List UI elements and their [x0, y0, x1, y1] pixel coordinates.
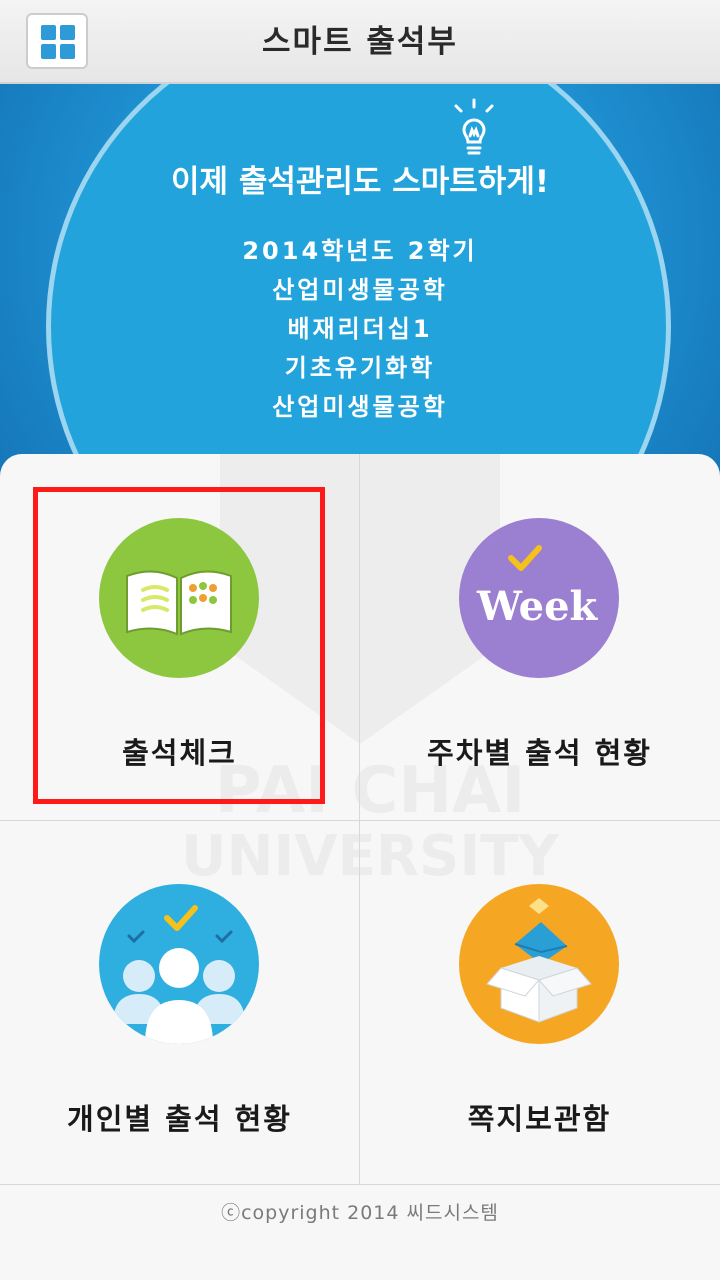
course-item: 배재리더십1 — [287, 315, 433, 343]
banner: 이제 출석관리도 스마트하게! 2014학년도 2학기 산업미생물공학 배재리더… — [0, 84, 720, 484]
menu-panel: PAI CHAI UNIVERSITY 출석체크 — [0, 454, 720, 1280]
semester-label: 2014학년도 2학기 — [242, 237, 478, 265]
menu-item-weekly-attendance[interactable]: Week 주차별 출석 현황 — [360, 454, 719, 820]
mail-box-icon — [459, 884, 619, 1044]
week-icon-text: Week — [476, 583, 599, 630]
app-title: 스마트 출석부 — [262, 24, 458, 60]
menu-item-individual-attendance[interactable]: 개인별 출석 현황 — [0, 820, 359, 1186]
course-item: 산업미생물공학 — [272, 276, 448, 304]
menu-item-label: 개인별 출석 현황 — [67, 1102, 292, 1136]
week-check-icon: Week — [459, 518, 619, 678]
course-item: 산업미생물공학 — [272, 393, 448, 421]
copyright-footer: ⓒcopyright 2014 씨드시스템 — [221, 1202, 499, 1224]
menu-item-label: 주차별 출석 현황 — [427, 736, 652, 770]
menu-item-message-box[interactable]: 쪽지보관함 — [360, 820, 719, 1186]
banner-headline: 이제 출석관리도 스마트하게! — [171, 164, 549, 200]
people-check-icon — [99, 884, 259, 1044]
course-item: 기초유기화학 — [284, 354, 436, 382]
lightbulb-icon — [454, 98, 494, 155]
menu-item-label: 쪽지보관함 — [467, 1102, 612, 1136]
app-header: 스마트 출석부 — [0, 0, 720, 84]
selection-highlight — [33, 487, 325, 804]
course-list: 2014학년도 2학기 산업미생물공학 배재리더십1 기초유기화학 산업미생물공… — [0, 232, 720, 427]
